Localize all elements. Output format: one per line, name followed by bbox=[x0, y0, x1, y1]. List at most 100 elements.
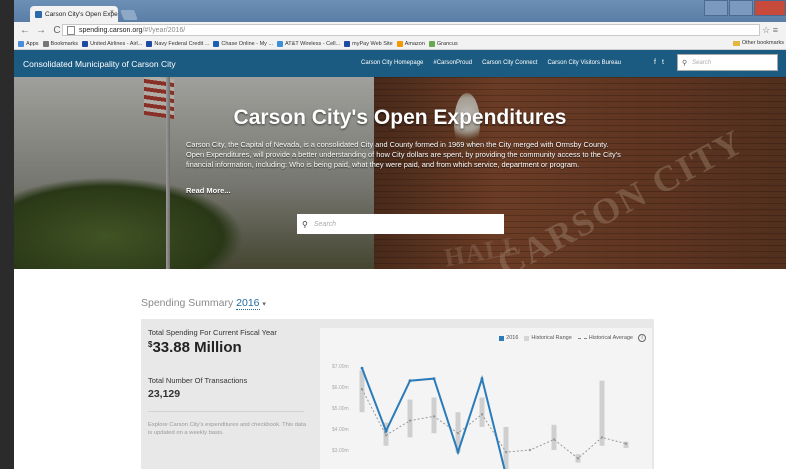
bookmark-label: Chase Online - My ... bbox=[221, 40, 274, 47]
maximize-button[interactable] bbox=[729, 0, 753, 16]
bookmark-icon bbox=[146, 40, 153, 47]
nav-visitors-bureau[interactable]: Carson City Visitors Bureau bbox=[547, 60, 621, 66]
bookmark-icon bbox=[428, 40, 435, 47]
nav-homepage[interactable]: Carson City Homepage bbox=[361, 60, 423, 66]
nav-connect[interactable]: Carson City Connect bbox=[482, 60, 537, 66]
average-point bbox=[552, 438, 556, 441]
total-spending-label: Total Spending For Current Fiscal Year bbox=[148, 328, 277, 337]
address-bar[interactable]: spending.carson.org/#!/year/2016/ bbox=[62, 24, 760, 36]
average-point bbox=[384, 434, 388, 437]
tab-strip: Carson City's Open Expe × bbox=[14, 0, 786, 22]
browser-toolbar: ← → C spending.carson.org/#!/year/2016/ … bbox=[14, 22, 786, 38]
bookmark-item[interactable]: Amazon bbox=[396, 40, 425, 47]
bookmark-item[interactable]: myPay Web Site bbox=[344, 40, 393, 47]
bookmark-label: myPay Web Site bbox=[352, 40, 393, 47]
site-header: Consolidated Municipality of Carson City… bbox=[14, 50, 786, 77]
summary-stats: Total Spending For Current Fiscal Year $… bbox=[148, 328, 308, 356]
range-bar bbox=[407, 399, 413, 438]
bookmark-icon bbox=[42, 40, 49, 47]
bookmark-star-icon[interactable]: ☆ ≡ bbox=[762, 25, 778, 36]
window-controls bbox=[703, 0, 786, 16]
bookmark-icon bbox=[277, 40, 284, 47]
back-arrow-icon[interactable]: ← bbox=[20, 25, 30, 36]
site-brand[interactable]: Consolidated Municipality of Carson City bbox=[23, 59, 176, 69]
spending-summary-heading: Spending Summary 2016 ▾ bbox=[141, 297, 266, 310]
browser-window: Carson City's Open Expe × ← → C spending… bbox=[14, 0, 786, 469]
average-point bbox=[600, 436, 604, 439]
total-spending-value: $33.88 Million bbox=[148, 339, 308, 356]
range-bar bbox=[479, 397, 485, 427]
average-point bbox=[360, 387, 364, 391]
transactions-value: 23,129 bbox=[148, 388, 181, 400]
reload-icon[interactable]: C bbox=[52, 25, 62, 36]
bookmark-label: Bookmarks bbox=[50, 40, 79, 47]
series-2016-point bbox=[456, 450, 460, 454]
bookmark-label: Apps bbox=[26, 40, 39, 47]
spending-chart: 2016 Historical Range Historical Average… bbox=[320, 328, 652, 469]
y-tick-label: $7.00m bbox=[332, 364, 349, 370]
bookmark-item[interactable]: United Airlines - Airl... bbox=[82, 40, 142, 47]
bookmark-item[interactable]: AT&T Wireless - Cell... bbox=[277, 40, 341, 47]
year-selector[interactable]: 2016 bbox=[236, 297, 260, 310]
hero-search-placeholder: Search bbox=[313, 220, 337, 228]
close-window-button[interactable] bbox=[754, 0, 786, 16]
bookmark-icon bbox=[344, 40, 351, 47]
forward-arrow-icon[interactable]: → bbox=[36, 25, 46, 36]
spending-summary-panel: Total Spending For Current Fiscal Year $… bbox=[141, 319, 654, 469]
search-icon: ⚲ bbox=[682, 59, 688, 67]
nav-carsonproud[interactable]: #CarsonProud bbox=[433, 60, 472, 66]
header-search-input[interactable]: ⚲ Search bbox=[677, 54, 778, 71]
series-2016-point bbox=[480, 377, 484, 380]
read-more-link[interactable]: Read More... bbox=[186, 186, 231, 195]
browser-tab[interactable]: Carson City's Open Expe × bbox=[30, 6, 118, 22]
y-tick-label: $5.00m bbox=[332, 406, 349, 412]
y-tick-label: $3.00m bbox=[332, 448, 349, 454]
y-tick-label: $4.00m bbox=[332, 427, 349, 433]
bookmark-item[interactable]: Navy Federal Credit ... bbox=[146, 40, 210, 47]
new-tab-button[interactable] bbox=[120, 10, 138, 20]
total-spending-amount: 33.88 Million bbox=[152, 339, 242, 356]
bookmark-item[interactable]: Bookmarks bbox=[42, 40, 79, 47]
transactions-label: Total Number Of Transactions bbox=[148, 376, 248, 385]
hero-banner: CARSON CITY HALL Carson City's Open Expe… bbox=[14, 77, 786, 269]
range-bar bbox=[359, 370, 365, 413]
series-2016-point bbox=[384, 429, 388, 433]
bookmark-label: Grancus bbox=[436, 40, 458, 47]
close-tab-icon[interactable]: × bbox=[110, 9, 114, 16]
bookmark-icon bbox=[82, 40, 89, 47]
page-icon bbox=[67, 25, 75, 35]
average-point bbox=[432, 415, 436, 418]
average-point bbox=[480, 413, 484, 416]
average-point bbox=[504, 450, 508, 454]
twitter-icon[interactable]: t bbox=[662, 59, 664, 66]
hero-search-input[interactable]: ⚲ Search bbox=[297, 214, 504, 234]
y-tick-label: $6.00m bbox=[332, 385, 349, 391]
bookmark-icon bbox=[396, 40, 403, 47]
bookmark-label: AT&T Wireless - Cell... bbox=[285, 40, 341, 47]
series-2016-point bbox=[432, 377, 436, 380]
other-bookmarks[interactable]: Other bookmarks bbox=[732, 40, 784, 46]
bookmark-icon bbox=[18, 40, 24, 47]
series-2016-point bbox=[360, 366, 364, 370]
bookmark-item[interactable]: Apps bbox=[18, 40, 39, 47]
average-point bbox=[408, 419, 412, 422]
other-bookmarks-label: Other bookmarks bbox=[741, 40, 784, 46]
hero-title: Carson City's Open Expenditures bbox=[233, 106, 567, 129]
bookmark-icon bbox=[213, 40, 220, 47]
bookmark-item[interactable]: Chase Online - My ... bbox=[213, 40, 274, 47]
divider bbox=[148, 411, 304, 412]
range-bar bbox=[503, 426, 509, 469]
url-host: spending.carson.org bbox=[79, 26, 143, 34]
minimize-button[interactable] bbox=[704, 0, 728, 16]
bookmark-item[interactable]: Grancus bbox=[428, 40, 458, 47]
facebook-icon[interactable]: f bbox=[654, 59, 656, 66]
average-point bbox=[456, 432, 460, 435]
bookmark-label: Amazon bbox=[404, 40, 425, 47]
social-links: f t bbox=[654, 59, 664, 66]
average-point bbox=[624, 442, 628, 445]
chevron-down-icon[interactable]: ▾ bbox=[262, 301, 266, 308]
chart-plot: $7.00m$6.00m$5.00m$4.00m$3.00m$2.00m bbox=[332, 364, 629, 469]
summary-heading-text: Spending Summary bbox=[141, 297, 234, 309]
site-nav: Carson City Homepage #CarsonProud Carson… bbox=[361, 60, 631, 66]
bookmark-label: Navy Federal Credit ... bbox=[154, 40, 210, 47]
